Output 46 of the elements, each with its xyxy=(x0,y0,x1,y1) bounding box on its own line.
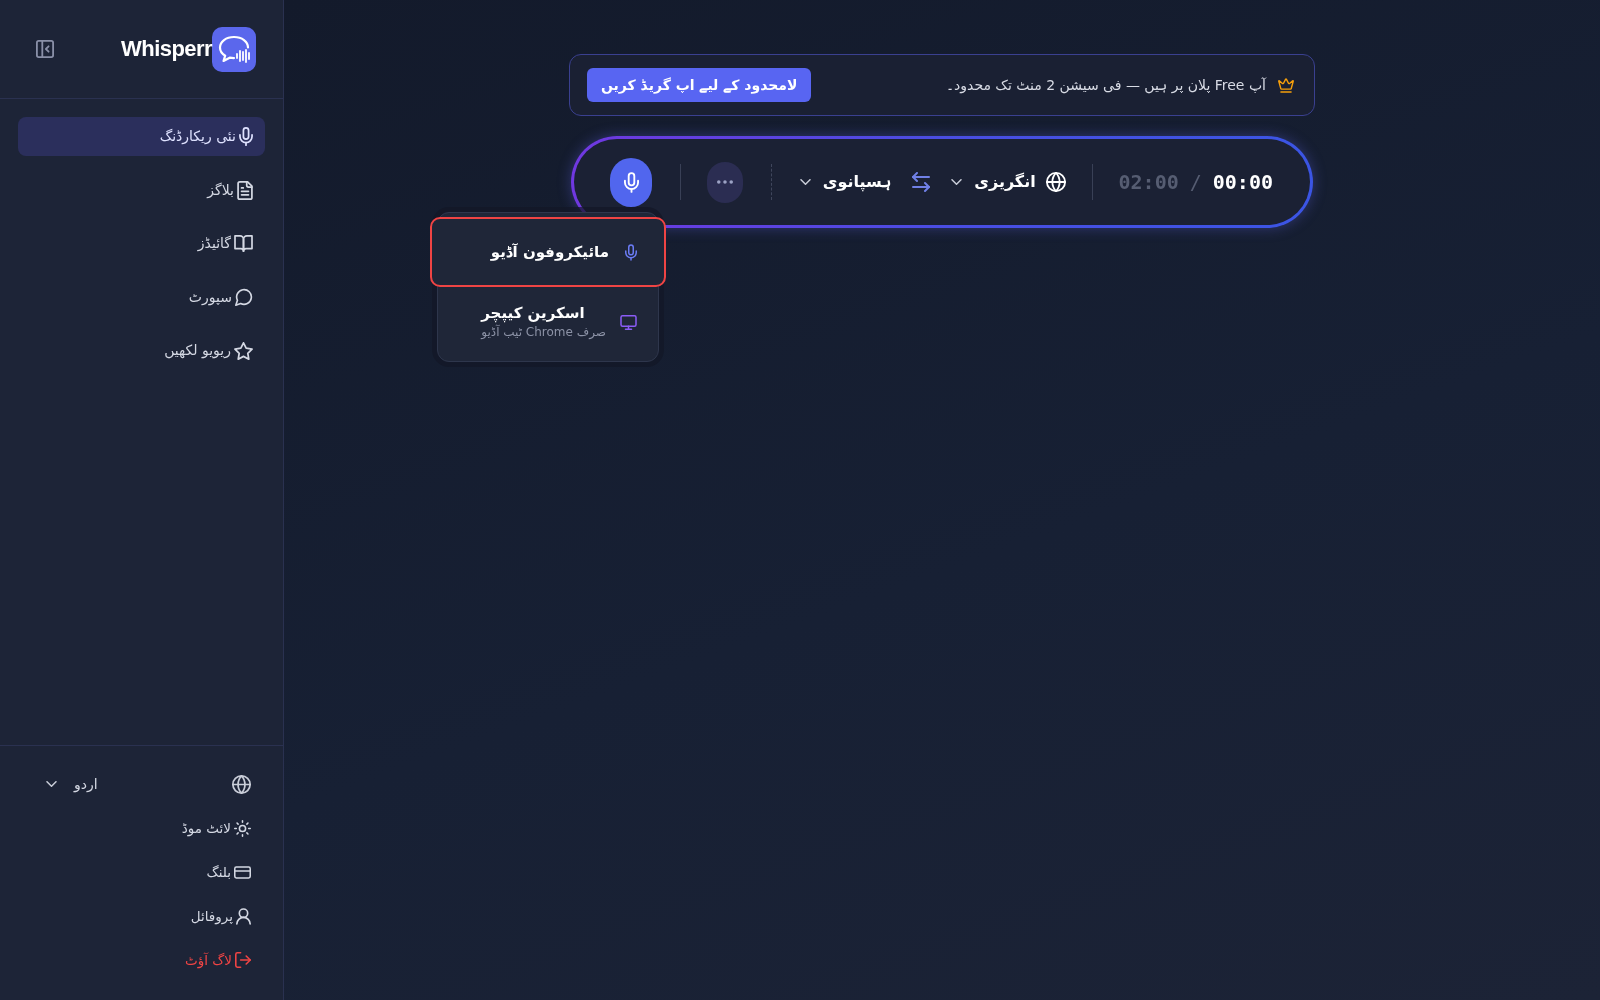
user-icon xyxy=(236,907,251,925)
chevron-down-icon xyxy=(46,781,57,787)
swap-languages-button[interactable] xyxy=(911,172,932,192)
monitor-icon xyxy=(620,314,637,330)
language-select[interactable]: اردو xyxy=(40,769,104,799)
nav-item[interactable]: سپورٹ xyxy=(18,277,265,317)
menu-item[interactable]: اسکرین کیپچر صرف Chrome ٹیب آڈیو xyxy=(438,287,658,357)
mic-icon xyxy=(625,243,637,261)
plan-message: آپ Free پلان پر ہیں — فی سیشن 2 منٹ تک محدود۔ xyxy=(946,75,1266,96)
nav-item[interactable]: ریویو لکھیں xyxy=(18,331,265,370)
crown-icon xyxy=(1278,77,1294,93)
more-options-button[interactable] xyxy=(707,161,743,203)
star-icon xyxy=(234,341,253,360)
credit-card-icon xyxy=(234,865,251,879)
nav-item[interactable]: نئی ریکارڈنگ xyxy=(18,117,265,156)
sun-icon xyxy=(234,819,251,837)
ellipsis-icon xyxy=(717,180,733,184)
time-separator: / xyxy=(1189,169,1202,196)
globe-icon xyxy=(232,774,251,794)
upgrade-button[interactable]: لامحدود کے لیے اپ گریڈ کریں xyxy=(587,68,812,102)
speech-bubble-icon xyxy=(235,288,253,306)
document-icon xyxy=(237,180,253,200)
menu-item[interactable]: مائیکروفون آڈیو xyxy=(430,217,666,287)
sidebar-link[interactable]: پروفائل xyxy=(190,900,251,932)
sidebar-link[interactable]: بلنگ xyxy=(206,856,251,888)
chevron-down-icon xyxy=(951,179,963,185)
logout-icon xyxy=(235,952,251,968)
book-icon xyxy=(234,235,253,252)
nav-item[interactable]: بلاگز xyxy=(18,170,265,210)
time-limit: 02:00 xyxy=(1118,169,1179,196)
sidebar-link[interactable]: لاگ آؤٹ xyxy=(184,944,251,976)
panel-icon xyxy=(36,40,54,58)
mic-icon xyxy=(623,171,639,193)
collapse-sidebar-button[interactable] xyxy=(33,37,57,61)
elapsed-time: 00:00 xyxy=(1212,169,1273,196)
mic-icon xyxy=(239,127,253,146)
target-language-select[interactable]: ہسپانوی xyxy=(799,170,892,194)
sidebar-link[interactable]: لائٹ موڈ xyxy=(181,812,251,844)
logo-icon xyxy=(212,26,256,72)
record-button[interactable] xyxy=(610,157,653,207)
swap-arrows-icon xyxy=(911,172,932,192)
nav-item[interactable]: گائیڈز xyxy=(18,224,265,263)
globe-icon xyxy=(1045,172,1066,192)
logo-text: Whisperr xyxy=(121,38,212,60)
chevron-down-icon xyxy=(799,179,811,185)
source-language-select[interactable]: انگریزی xyxy=(951,170,1066,194)
